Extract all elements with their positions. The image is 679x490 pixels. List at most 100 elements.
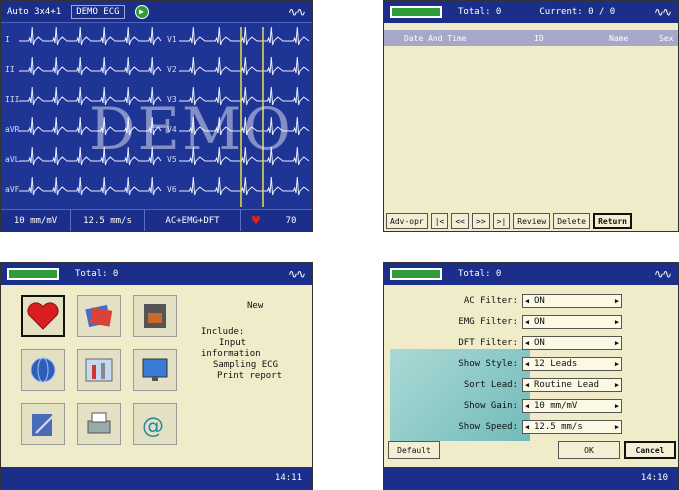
cancel-button[interactable]: Cancel bbox=[624, 441, 676, 459]
setting-row: AC Filter: ◀ ON ▶ bbox=[384, 293, 622, 309]
setting-select[interactable]: ◀ ON ▶ bbox=[522, 315, 622, 329]
setting-select[interactable]: ◀ Routine Lead ▶ bbox=[522, 378, 622, 392]
arrow-left-icon[interactable]: ◀ bbox=[523, 297, 531, 305]
lead-waveform-left bbox=[19, 56, 162, 76]
col-id[interactable]: ID bbox=[534, 34, 544, 43]
filter-value[interactable]: AC+EMG+DFT bbox=[145, 210, 241, 231]
review-button[interactable]: Review bbox=[513, 213, 551, 229]
record-list-screen: Total: 0 Current: 0 / 0 ∿∿ Date And Time… bbox=[383, 0, 679, 232]
arrow-right-icon[interactable]: ▶ bbox=[613, 339, 621, 347]
arrow-right-icon[interactable]: ▶ bbox=[613, 360, 621, 368]
lead-label: aVL bbox=[5, 155, 20, 164]
setting-value: 12 Leads bbox=[534, 359, 578, 369]
setting-value: ON bbox=[534, 296, 545, 306]
prev-page-button[interactable]: << bbox=[451, 213, 469, 229]
delete-button[interactable]: Delete bbox=[553, 213, 591, 229]
return-button[interactable]: Return bbox=[593, 213, 632, 229]
setting-value: 10 mm/mV bbox=[534, 401, 578, 411]
arrow-left-icon[interactable]: ◀ bbox=[523, 339, 531, 347]
settings-topbar: Total: 0 ∿∿ bbox=[384, 263, 678, 285]
mode-label[interactable]: Auto 3x4+1 bbox=[7, 7, 61, 17]
clock-time: 14:10 bbox=[640, 473, 668, 483]
lead-label: V6 bbox=[167, 185, 177, 194]
demo-ecg-button[interactable]: DEMO ECG bbox=[71, 4, 125, 19]
arrow-right-icon[interactable]: ▶ bbox=[613, 318, 621, 326]
email-icon[interactable]: @ bbox=[133, 403, 177, 445]
play-icon[interactable]: ▶ bbox=[134, 4, 149, 19]
ok-button[interactable]: OK bbox=[558, 441, 620, 459]
setting-label: AC Filter: bbox=[463, 296, 518, 306]
settings-tools-icon[interactable] bbox=[77, 349, 121, 391]
signal-wave-icon: ∿∿ bbox=[653, 267, 672, 281]
main-menu-screen: Total: 0 ∿∿ @ New Include: Input informa… bbox=[0, 262, 313, 490]
col-name[interactable]: Name bbox=[609, 34, 628, 43]
col-sex[interactable]: Sex bbox=[659, 34, 673, 43]
battery-icon bbox=[390, 6, 442, 18]
ecg-waveform-area: I V1 II V2 III V3 aVR V4 aVL V5 aVF V6 DEMO bbox=[1, 23, 312, 211]
settings-statusbar: 14:10 bbox=[384, 467, 678, 489]
lead-label: I bbox=[5, 35, 10, 44]
ecg-statusbar: 10 mm/mV 12.5 mm/s AC+EMG+DFT ♥ 70 bbox=[1, 209, 312, 231]
setting-row: Show Gain: ◀ 10 mm/mV ▶ bbox=[384, 398, 622, 414]
lead-waveform-left bbox=[19, 26, 162, 46]
setting-label: Show Gain: bbox=[463, 401, 518, 411]
setting-label: EMG Filter: bbox=[458, 317, 518, 327]
menu-desc-line-2: Input bbox=[219, 338, 247, 348]
sensitivity-value[interactable]: 10 mm/mV bbox=[1, 210, 71, 231]
signal-wave-icon: ∿∿ bbox=[287, 267, 306, 281]
arrow-left-icon[interactable]: ◀ bbox=[523, 318, 531, 326]
arrow-left-icon[interactable]: ◀ bbox=[523, 381, 531, 389]
arrow-left-icon[interactable]: ◀ bbox=[523, 423, 531, 431]
setting-row: EMG Filter: ◀ ON ▶ bbox=[384, 314, 622, 330]
arrow-left-icon[interactable]: ◀ bbox=[523, 402, 531, 410]
setting-row: Show Style: ◀ 12 Leads ▶ bbox=[384, 356, 622, 372]
ecg-screen: Auto 3x4+1 DEMO ECG ▶ ∿∿ I V1 II V2 III V3 aVR… bbox=[0, 0, 313, 232]
setting-value: Routine Lead bbox=[534, 380, 600, 390]
menu-desc-line-4: Sampling ECG bbox=[213, 360, 279, 370]
col-date-time[interactable]: Date And Time bbox=[404, 34, 467, 43]
records-book-icon[interactable] bbox=[77, 295, 121, 337]
arrow-left-icon[interactable]: ◀ bbox=[523, 360, 531, 368]
total-count: Total: 0 bbox=[75, 269, 119, 279]
printer-icon[interactable] bbox=[77, 403, 121, 445]
lead-waveform-right bbox=[179, 26, 310, 46]
globe-icon[interactable] bbox=[21, 349, 65, 391]
setting-select[interactable]: ◀ ON ▶ bbox=[522, 336, 622, 350]
edit-document-icon[interactable] bbox=[21, 403, 65, 445]
arrow-right-icon[interactable]: ▶ bbox=[613, 402, 621, 410]
setting-select[interactable]: ◀ 12 Leads ▶ bbox=[522, 357, 622, 371]
setting-row: Show Speed: ◀ 12.5 mm/s ▶ bbox=[384, 419, 622, 435]
setting-label: DFT Filter: bbox=[458, 338, 518, 348]
setting-value: ON bbox=[534, 317, 545, 327]
record-topbar: Total: 0 Current: 0 / 0 ∿∿ bbox=[384, 1, 678, 23]
arrow-right-icon[interactable]: ▶ bbox=[613, 297, 621, 305]
arrow-right-icon[interactable]: ▶ bbox=[613, 423, 621, 431]
first-page-button[interactable]: |< bbox=[430, 213, 449, 229]
setting-select[interactable]: ◀ 10 mm/mV ▶ bbox=[522, 399, 622, 413]
ecg-topbar: Auto 3x4+1 DEMO ECG ▶ ∿∿ bbox=[1, 1, 312, 23]
arrow-right-icon[interactable]: ▶ bbox=[613, 381, 621, 389]
setting-select[interactable]: ◀ ON ▶ bbox=[522, 294, 622, 308]
setting-label: Sort Lead: bbox=[463, 380, 518, 390]
last-page-button[interactable]: >| bbox=[492, 213, 511, 229]
adv-opr-button[interactable]: Adv-opr bbox=[386, 213, 428, 229]
heart-icon: ♥ bbox=[251, 212, 261, 229]
lead-label: V2 bbox=[167, 65, 177, 74]
lead-waveform-right bbox=[179, 176, 310, 196]
setting-select[interactable]: ◀ 12.5 mm/s ▶ bbox=[522, 420, 622, 434]
menu-item-title: New bbox=[247, 301, 264, 311]
clock-time: 14:11 bbox=[274, 473, 302, 483]
handbook-icon[interactable] bbox=[133, 295, 177, 337]
current-count: Current: 0 / 0 bbox=[539, 7, 616, 17]
monitor-icon[interactable] bbox=[133, 349, 177, 391]
menu-desc-line-3: information bbox=[201, 349, 261, 359]
menu-desc-line-5: Print report bbox=[217, 371, 283, 381]
setting-row: Sort Lead: ◀ Routine Lead ▶ bbox=[384, 377, 622, 393]
next-page-button[interactable]: >> bbox=[472, 213, 490, 229]
lead-label: aVR bbox=[5, 125, 20, 134]
speed-value[interactable]: 12.5 mm/s bbox=[71, 210, 145, 231]
battery-icon bbox=[390, 268, 442, 280]
setting-value: 12.5 mm/s bbox=[534, 422, 583, 432]
new-ecg-heart-icon[interactable] bbox=[21, 295, 65, 337]
default-button[interactable]: Default bbox=[388, 441, 440, 459]
